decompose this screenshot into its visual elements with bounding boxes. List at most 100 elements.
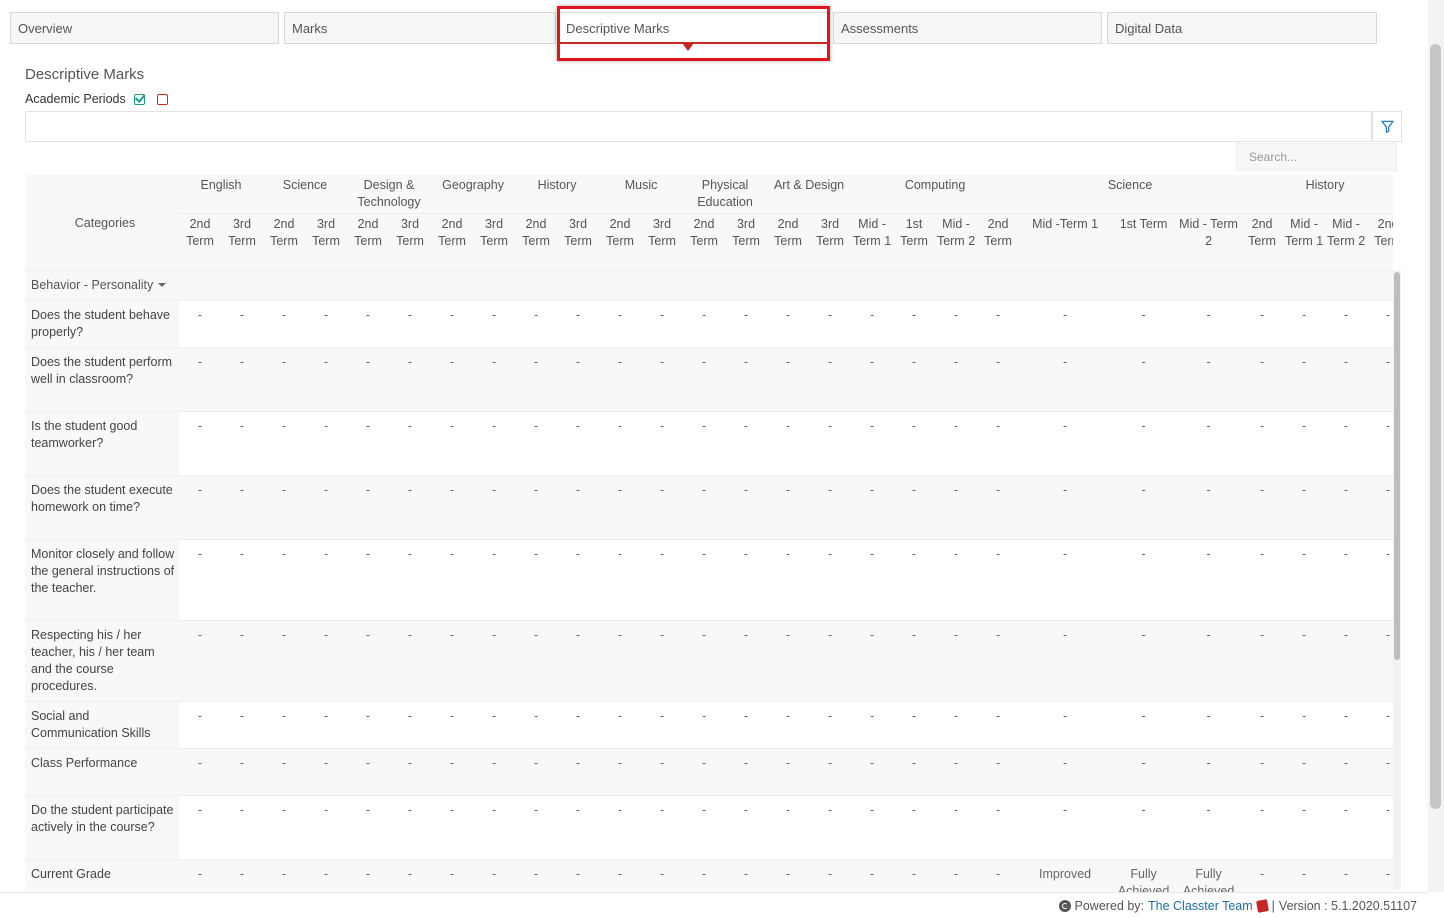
mark-cell: - [473,858,516,892]
mark-cell: - [1325,538,1368,620]
mark-cell: - [599,700,642,748]
tab-marks[interactable]: Marks [284,12,556,44]
caret-down-icon [158,283,167,288]
classter-team-link[interactable]: The Classter Team [1148,899,1253,913]
page-scrollbar[interactable] [1428,0,1444,892]
page-title: Descriptive Marks [25,66,145,83]
mark-cell: - [557,410,600,475]
mark-cell: - [347,474,390,539]
term-header: 3rd Term [725,212,768,270]
mark-cell: - [389,794,432,859]
category-label: Class Performance [25,747,179,795]
table-row: Do the student participate actively in t… [25,794,1393,859]
table-scrollbar-thumb[interactable] [1394,272,1400,660]
category-group-toggle[interactable]: Behavior - Personality [25,269,1393,300]
mark-cell: - [305,700,348,748]
mark-cell: - [977,346,1020,411]
mark-cell: - [1241,299,1284,347]
clear-selection-icon[interactable] [156,93,168,105]
tab-overview[interactable]: Overview [10,12,279,44]
mark-cell: - [725,747,768,795]
category-group-row[interactable]: Behavior - Personality [25,269,1393,300]
mark-cell: - [767,700,810,748]
mark-cell: - [389,858,432,892]
mark-cell: - [1019,747,1112,795]
table-row: Monitor closely and follow the general i… [25,538,1393,620]
mark-cell: - [347,747,390,795]
version-label: Version : 5.1.2020.51107 [1278,899,1417,913]
mark-cell: - [1019,299,1112,347]
mark-cell: - [515,747,558,795]
term-header: 2nd Term [977,212,1020,270]
mark-cell: - [515,700,558,748]
tab-label: Assessments [841,21,919,36]
mark-cell: - [809,474,852,539]
mark-cell: - [515,538,558,620]
tab-label: Marks [292,21,328,36]
mark-cell: - [305,538,348,620]
mark-cell: - [767,794,810,859]
mark-cell: - [263,346,305,411]
table-scrollbar[interactable] [1393,270,1401,890]
mark-cell: - [1019,538,1112,620]
mark-cell: - [935,410,978,475]
mark-cell: - [893,474,936,539]
tab-digital-data[interactable]: Digital Data [1107,12,1377,44]
mark-cell: - [179,346,221,411]
mark-cell: - [809,747,852,795]
page-scrollbar-thumb[interactable] [1430,44,1441,809]
mark-cell: - [977,538,1020,620]
search-input[interactable]: Search... [1236,143,1397,171]
mark-cell: - [221,299,263,347]
mark-cell: - [179,474,221,539]
mark-cell: - [347,538,390,620]
mark-cell: - [935,747,978,795]
subject-header: History [1241,175,1393,213]
mark-cell: - [1367,346,1393,411]
academic-periods-input[interactable] [25,111,1372,142]
mark-cell: - [851,747,894,795]
mark-cell: - [893,410,936,475]
tab-assessments[interactable]: Assessments [833,12,1102,44]
mark-cell: - [809,619,852,701]
mark-cell: - [683,538,726,620]
mark-cell: - [1283,538,1326,620]
mark-cell: - [1325,410,1368,475]
term-header: 3rd Term [809,212,852,270]
mark-cell: - [935,538,978,620]
mark-cell: - [935,794,978,859]
mark-cell: - [851,410,894,475]
mark-cell: - [851,474,894,539]
mark-cell: - [221,474,263,539]
mark-cell: - [473,299,516,347]
term-header: 2nd Term [263,212,305,270]
mark-cell: - [893,858,936,892]
mark-cell: - [1283,299,1326,347]
mark-cell: - [557,747,600,795]
mark-cell: - [977,858,1020,892]
filter-button[interactable] [1372,111,1402,142]
mark-cell: - [893,794,936,859]
category-label: Monitor closely and follow the general i… [25,538,179,620]
mark-cell: - [851,700,894,748]
mark-cell: - [641,794,684,859]
mark-cell: - [221,794,263,859]
mark-cell: - [599,410,642,475]
tab-descriptive-marks[interactable]: Descriptive Marks [558,12,830,51]
mark-cell: - [389,410,432,475]
mark-cell: - [1241,858,1284,892]
mark-cell: - [935,346,978,411]
mark-cell: - [1176,747,1242,795]
mark-cell: - [641,346,684,411]
term-header: Mid - Term 2 [1325,212,1368,270]
mark-cell: - [1019,700,1112,748]
mark-cell: - [725,700,768,748]
mark-cell: - [725,299,768,347]
term-header: 2nd Term [683,212,726,270]
term-header: 3rd Term [305,212,348,270]
select-all-check-icon[interactable] [133,93,145,105]
mark-cell: - [1241,474,1284,539]
term-header: 2nd Term [767,212,810,270]
mark-cell: - [1019,474,1112,539]
mark-cell: - [431,474,474,539]
